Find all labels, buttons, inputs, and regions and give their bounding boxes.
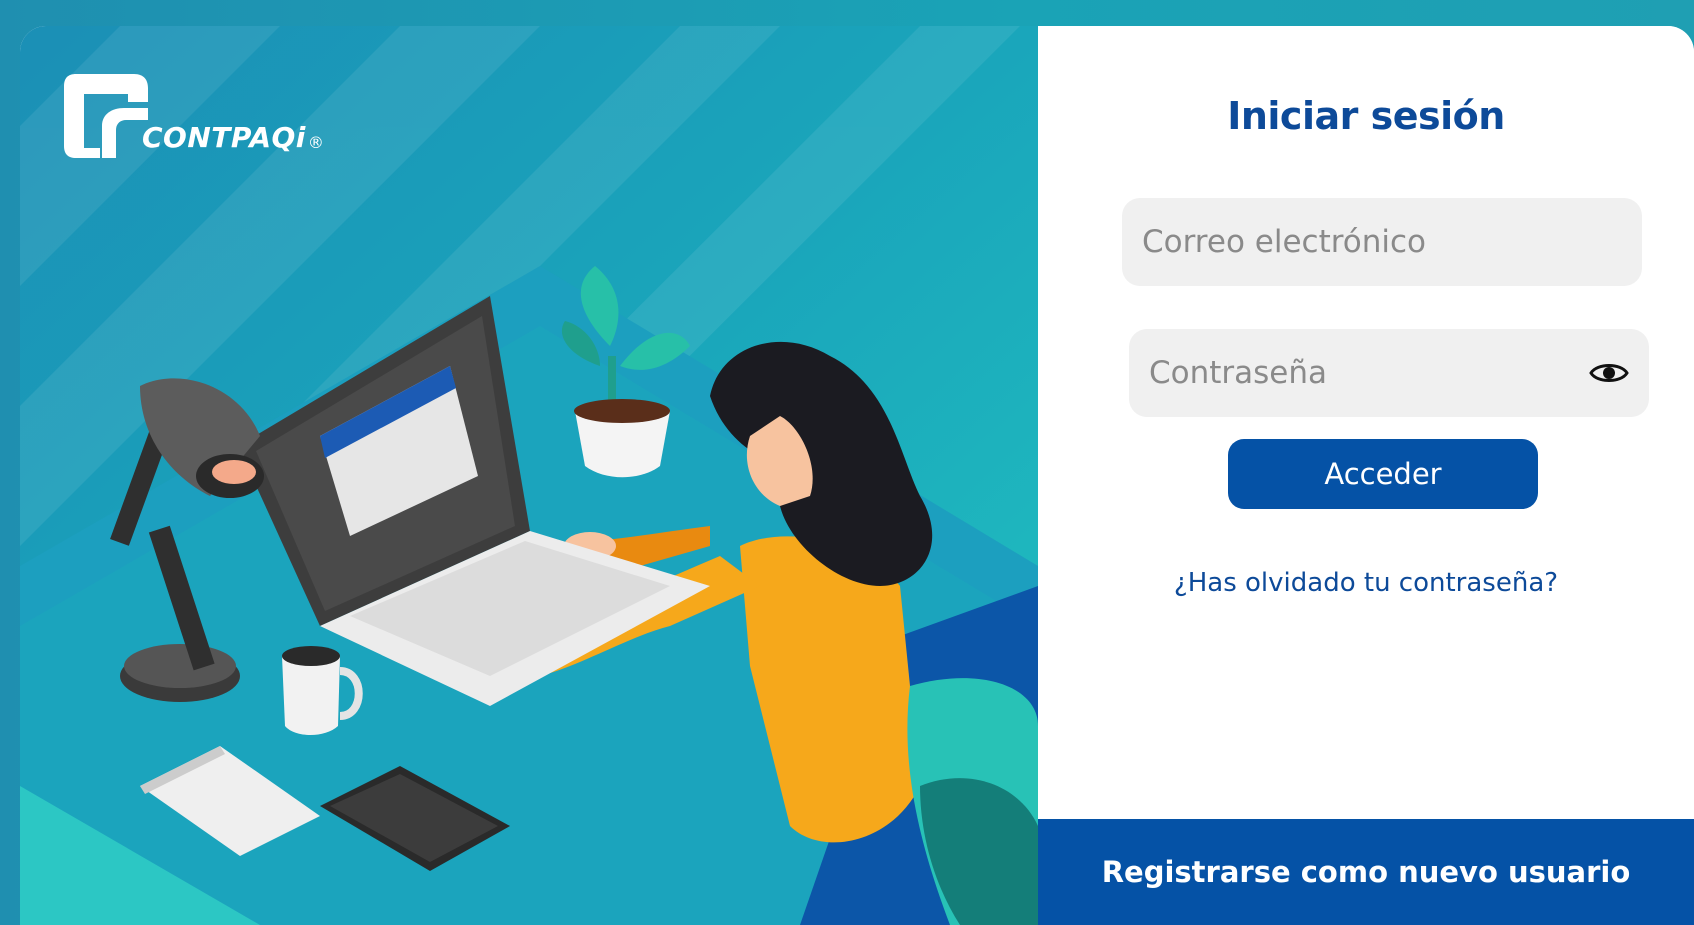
hero-illustration: CONTPAQi ® bbox=[20, 26, 1038, 925]
email-field[interactable] bbox=[1122, 198, 1642, 286]
brand-logo: CONTPAQi ® bbox=[56, 66, 324, 164]
email-field-wrapper bbox=[1122, 198, 1642, 286]
contpaqi-logo-icon bbox=[64, 74, 148, 158]
eye-icon[interactable] bbox=[1589, 359, 1629, 387]
registered-mark: ® bbox=[307, 133, 324, 152]
register-button[interactable]: Registrarse como nuevo usuario bbox=[1038, 819, 1694, 925]
login-card: CONTPAQi ® Iniciar sesión Acceder ¿Has o… bbox=[20, 26, 1694, 925]
page-background: CONTPAQi ® Iniciar sesión Acceder ¿Has o… bbox=[0, 0, 1694, 925]
login-panel: Iniciar sesión Acceder ¿Has olvidado tu … bbox=[1038, 26, 1694, 925]
page-title: Iniciar sesión bbox=[1227, 94, 1505, 138]
login-button[interactable]: Acceder bbox=[1228, 439, 1538, 509]
password-field[interactable] bbox=[1129, 329, 1649, 417]
forgot-password-link[interactable]: ¿Has olvidado tu contraseña? bbox=[1038, 568, 1694, 598]
logo-wordmark: CONTPAQi bbox=[142, 121, 306, 154]
password-field-wrapper bbox=[1129, 329, 1649, 417]
